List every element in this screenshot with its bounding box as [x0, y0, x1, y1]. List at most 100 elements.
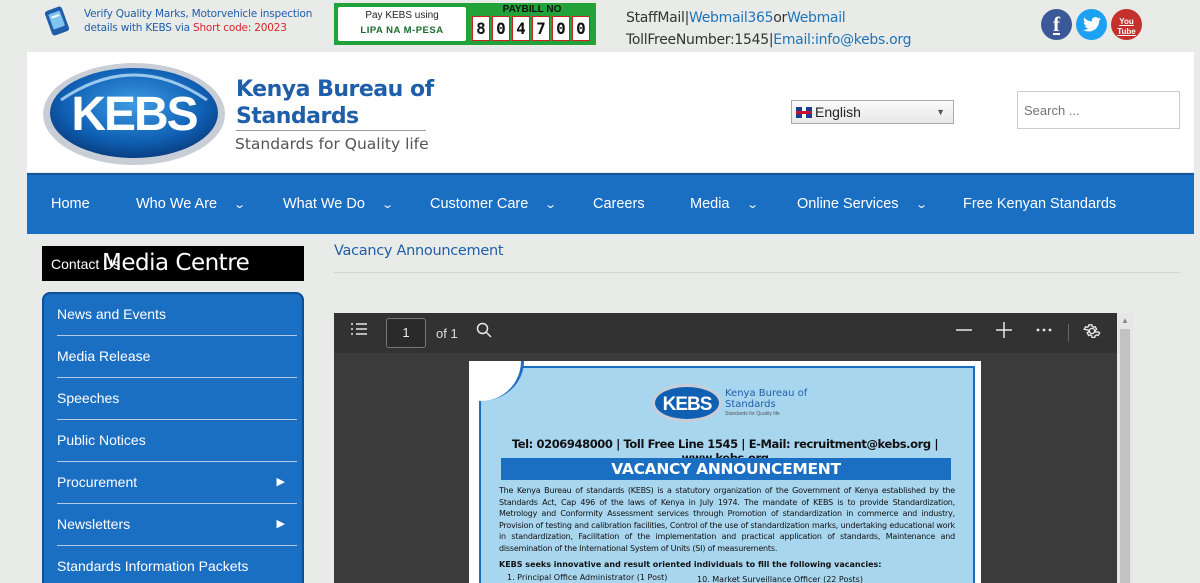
- sidebar-item-label: Speeches: [57, 390, 120, 406]
- paybill-banner[interactable]: Pay KEBS using LIPA NA M-PESA PAYBILL NO…: [334, 3, 596, 45]
- pay-method: LIPA NA M-PESA: [360, 25, 444, 36]
- chevron-down-icon: ▼: [936, 107, 945, 117]
- sidebar-item-label: Standards Information Packets: [57, 558, 249, 574]
- zoom-out-icon[interactable]: [955, 322, 973, 343]
- nav-label: Customer Care: [430, 196, 529, 212]
- page-number-input[interactable]: 1: [386, 318, 426, 348]
- document-logo-text: KEBS: [663, 394, 712, 415]
- sidebar-item-newsletters[interactable]: Newsletters ▶: [57, 504, 297, 546]
- lipa-na-mpesa-badge: Pay KEBS using LIPA NA M-PESA: [338, 7, 466, 41]
- or-text: or: [773, 10, 787, 26]
- paybill-digit: 0: [492, 16, 510, 41]
- document-seeks: KEBS seeks innovative and result oriente…: [499, 560, 882, 569]
- sidebar-item-speeches[interactable]: Speeches: [57, 378, 297, 420]
- webmail365-link[interactable]: Webmail365: [689, 10, 774, 26]
- paybill-digit: 8: [472, 16, 490, 41]
- youtube-label-bottom: Tube: [1117, 27, 1136, 36]
- short-code: Short code: 20023: [192, 22, 287, 34]
- paybill-digit: 4: [512, 16, 530, 41]
- page-title: Vacancy Announcement: [334, 243, 504, 259]
- verify-line-1: Verify Quality Marks, Motorvehicle inspe…: [84, 8, 313, 20]
- sidebar-item-procurement[interactable]: Procurement ▶: [57, 462, 297, 504]
- nav-item-customer-care[interactable]: Customer Care ⌄: [430, 175, 558, 234]
- paybill-digit: 0: [552, 16, 570, 41]
- sidebar-item-label: Newsletters: [57, 516, 131, 532]
- sidebar-item-label: Public Notices: [57, 432, 146, 448]
- paybill-digit: 0: [572, 16, 590, 41]
- document-brand-line-2: Standards: [725, 399, 776, 410]
- paybill-number: 8 0 4 7 0 0: [472, 16, 590, 41]
- svg-text:✦: ✦: [189, 61, 201, 77]
- document-kebs-logo: KEBS: [652, 384, 722, 422]
- vacancy-item: 10. Market Surveillance Officer (22 Post…: [697, 575, 863, 583]
- pdf-viewer: 1 of 1 KEBS Kenya Bureau of Standards St…: [334, 313, 1117, 583]
- paybill-digit: 7: [532, 16, 550, 41]
- nav-label: What We Do: [283, 196, 365, 212]
- site-name: Kenya Bureau of Standards: [236, 76, 434, 130]
- nav-item-careers[interactable]: Careers: [593, 175, 645, 234]
- chevron-down-icon: ⌄: [544, 199, 558, 211]
- site-header: KEBS ✦ Kenya Bureau of Standards Standar…: [27, 52, 1194, 172]
- nav-item-media[interactable]: Media ⌄: [690, 175, 759, 234]
- logo-text: KEBS: [71, 88, 197, 141]
- main-navigation: Home Who We Are ⌄ What We Do ⌄ Customer Ca…: [27, 173, 1194, 234]
- sidebar-heading: Media Centre: [102, 250, 250, 276]
- nav-item-free-kenyan-standards[interactable]: Free Kenyan Standards: [963, 175, 1116, 234]
- document-body: The Kenya Bureau of standards (KEBS) is …: [499, 486, 955, 553]
- more-icon[interactable]: [1035, 322, 1053, 343]
- settings-icon[interactable]: [1083, 322, 1101, 345]
- language-select[interactable]: English ▼: [791, 100, 954, 124]
- sidebar-item-public-notices[interactable]: Public Notices: [57, 420, 297, 462]
- facebook-icon[interactable]: f: [1041, 9, 1072, 40]
- outline-icon[interactable]: [350, 322, 368, 341]
- email-link[interactable]: Email:info@kebs.org: [773, 32, 911, 48]
- caret-right-icon: ▶: [276, 476, 285, 488]
- paybill-label: PAYBILL NO: [502, 4, 562, 15]
- nav-item-who-we-are[interactable]: Who We Are ⌄: [136, 175, 247, 234]
- title-divider: [334, 272, 1180, 273]
- nav-item-home[interactable]: Home: [51, 175, 90, 234]
- nav-item-online-services[interactable]: Online Services ⌄: [797, 175, 928, 234]
- sidebar-item-label: Media Release: [57, 348, 151, 364]
- nav-item-what-we-do[interactable]: What We Do ⌄: [283, 175, 394, 234]
- chevron-down-icon: ⌄: [745, 199, 759, 211]
- site-name-line-2: Standards: [236, 104, 359, 129]
- brand-divider: [236, 130, 426, 131]
- verify-quality-marks-banner[interactable]: Verify Quality Marks, Motorvehicle inspe…: [42, 6, 322, 40]
- youtube-label-top: You: [1119, 17, 1134, 26]
- sidebar-item-media-release[interactable]: Media Release: [57, 336, 297, 378]
- nav-label: Who We Are: [136, 196, 218, 212]
- nav-label: Online Services: [797, 196, 899, 212]
- scroll-up-icon[interactable]: ▲: [1121, 316, 1129, 325]
- document-brand-line-1: Kenya Bureau of: [725, 388, 808, 399]
- chevron-down-icon: ⌄: [914, 199, 928, 211]
- phone-icon: [44, 6, 70, 36]
- verify-line-2: details with KEBS via: [84, 22, 193, 34]
- chevron-down-icon: ⌄: [233, 199, 247, 211]
- staffmail-text: StaffMail: [626, 10, 685, 26]
- toolbar-divider: [1068, 324, 1069, 342]
- sidebar-item-label: Procurement: [57, 474, 138, 490]
- search-input[interactable]: [1017, 91, 1180, 129]
- page-total: of 1: [436, 326, 458, 341]
- site-name-line-1: Kenya Bureau of: [236, 77, 434, 102]
- document-brand-sub: Standards for Quality life: [725, 411, 780, 417]
- zoom-in-icon[interactable]: [995, 322, 1013, 343]
- uk-flag-icon: [796, 107, 812, 118]
- language-value: English: [815, 104, 861, 120]
- webmail-link[interactable]: Webmail: [787, 10, 846, 26]
- scrollbar-thumb[interactable]: [1120, 329, 1130, 583]
- search-icon[interactable]: [476, 322, 492, 343]
- toll-free-line: TollFreeNumber:1545|Email:info@kebs.org: [626, 32, 912, 48]
- toll-free-text: TollFreeNumber:1545: [626, 32, 769, 48]
- twitter-icon[interactable]: [1076, 9, 1107, 40]
- pdf-scrollbar[interactable]: ▲: [1117, 313, 1133, 583]
- pay-label: Pay KEBS using: [365, 10, 439, 21]
- sidebar-item-standards-information-packets[interactable]: Standards Information Packets: [57, 546, 297, 583]
- caret-right-icon: ▶: [276, 518, 285, 530]
- sidebar-title: Contact Us Media Centre: [42, 246, 304, 281]
- sidebar-item-news-and-events[interactable]: News and Events: [57, 294, 297, 336]
- youtube-icon[interactable]: You Tube: [1111, 9, 1142, 40]
- nav-label: Home: [51, 196, 90, 212]
- nav-label: Media: [690, 196, 730, 212]
